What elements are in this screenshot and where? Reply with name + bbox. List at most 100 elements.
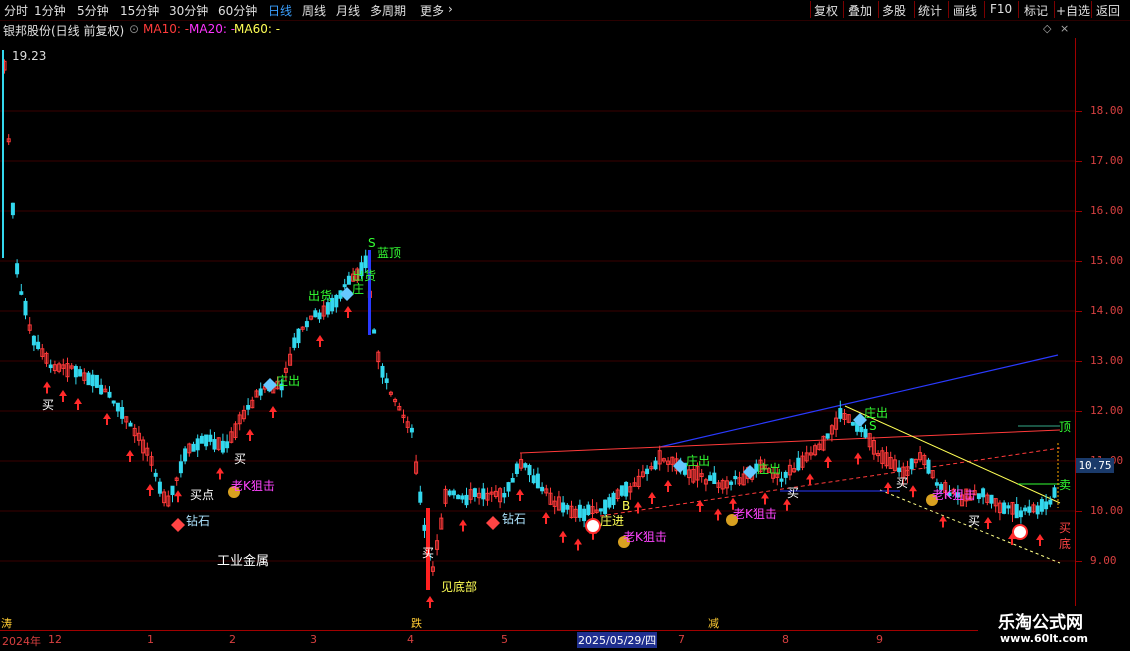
period-tab-5min[interactable]: 5分钟 [77,2,109,19]
candle-body [191,443,196,452]
candle-body [296,328,301,344]
signal-label: 卖 [1059,478,1072,492]
multi-stock-button[interactable]: 多股 [882,2,906,19]
candle-body [472,488,477,497]
diamond-icon[interactable]: ◇ [1043,22,1051,35]
buy-arrow-icon [43,381,51,394]
candlestick-chart[interactable]: 19.23 买 买点 钻石 买 老K狙击 工业金属 出货 庄出 蓝顶 S 出货 … [0,38,1075,628]
candle-body [1002,502,1007,514]
overlay-button[interactable]: 叠加 [848,2,872,19]
period-tab-60min[interactable]: 60分钟 [218,2,257,19]
signal-label: 老K狙击 [733,507,777,521]
buy-arrow-icon [806,473,814,486]
tick-mark [1076,561,1082,562]
mark-button[interactable]: 标记 [1024,2,1048,19]
candle-body [128,422,133,427]
buy-arrow-icon [126,450,134,462]
candle-body [1018,510,1023,518]
back-button[interactable]: 返回 [1096,2,1120,19]
candle-body [464,494,469,506]
candle-body [825,433,830,439]
sector-label: 工业金属 [217,554,270,569]
candle-body [368,250,371,335]
candle-body [1048,499,1053,505]
buy-arrow-icon [146,484,154,496]
restore-rights-button[interactable]: 复权 [814,2,838,19]
candle-body [859,426,864,433]
candle-body [220,440,225,453]
period-tab-monthly[interactable]: 月线 [336,2,360,19]
period-tab-multi[interactable]: 多周期 [370,2,406,19]
candle-body [850,422,855,426]
signal-label: 老K狙击 [932,488,976,502]
period-tab-daily[interactable]: 日线 [268,2,292,19]
settings-dropdown-icon[interactable]: ⊙ [129,22,139,36]
period-tab-more[interactable]: 更多 [420,2,444,19]
buy-arrow-icon [542,512,550,524]
buy-arrow-icon [459,519,467,532]
f10-button[interactable]: F10 [990,2,1012,16]
candle-body [796,457,801,471]
buy-arrow-icon [269,406,277,418]
tick-mark [1076,111,1082,112]
buy-arrow-icon [884,482,892,494]
statistics-button[interactable]: 统计 [918,2,942,19]
candle-body [1023,507,1028,512]
period-tab-weekly[interactable]: 周线 [302,2,326,19]
toolbar: 分时 1分钟 5分钟 15分钟 30分钟 60分钟 日线 周线 月线 多周期 更… [0,0,1130,21]
chevron-right-icon[interactable]: › [448,2,453,16]
buy-arrow-icon [634,501,642,514]
candle-body [418,491,423,503]
tick-mark [1076,361,1082,362]
candle-body [447,490,452,496]
signal-label: 庄 [352,282,365,296]
chart-canvas[interactable] [0,38,1075,628]
candle-body [481,488,486,500]
date-marker: 涛 [1,617,12,630]
buy-arrow-icon [316,335,324,347]
period-tab-timeshare[interactable]: 分时 [4,2,28,19]
buy-arrow-icon [714,508,722,521]
stock-title[interactable]: 银邦股份(日线 前复权) [3,22,124,39]
add-watchlist-button[interactable]: +自选 [1056,2,1090,19]
close-icon[interactable]: × [1060,22,1069,35]
candle-body [527,464,532,476]
period-tab-1min[interactable]: 1分钟 [34,2,66,19]
candle-body [313,310,318,318]
tick-mark [1076,261,1082,262]
candle-body [451,490,456,496]
buy-arrow-icon [984,517,992,529]
signal-label: 见底部 [441,580,478,594]
candle-body [577,504,582,518]
candle-body [304,321,309,328]
candle-body [1035,505,1040,515]
date-label: 12 [48,633,62,646]
candle-body [598,508,603,512]
period-tab-15min[interactable]: 15分钟 [120,2,159,19]
tick-mark [1076,411,1082,412]
watermark: 乐淘公式网 www.60lt.com [978,606,1130,650]
buy-arrow-icon [824,456,832,468]
candle-body [456,494,461,500]
candle-body [779,478,784,482]
watermark-title: 乐淘公式网 [998,613,1083,633]
price-tick: 13.00 [1090,354,1124,367]
candle-body [565,504,570,510]
candle-body [111,400,116,404]
signal-label: B [622,499,631,513]
signal-label: 买 [787,486,800,500]
candle-body [31,335,36,346]
trend-lines [519,354,1061,564]
price-tick: 9.00 [1090,554,1117,567]
candle-body [317,312,322,320]
divider [1091,1,1092,18]
candle-body [380,365,385,378]
period-tab-30min[interactable]: 30分钟 [169,2,208,19]
candle-body [976,493,981,499]
candle-body [107,391,112,398]
draw-line-button[interactable]: 画线 [953,2,977,19]
buy-arrow-icon [648,492,656,504]
candle-body [540,486,545,492]
divider [948,1,949,18]
candle-body [78,369,83,377]
